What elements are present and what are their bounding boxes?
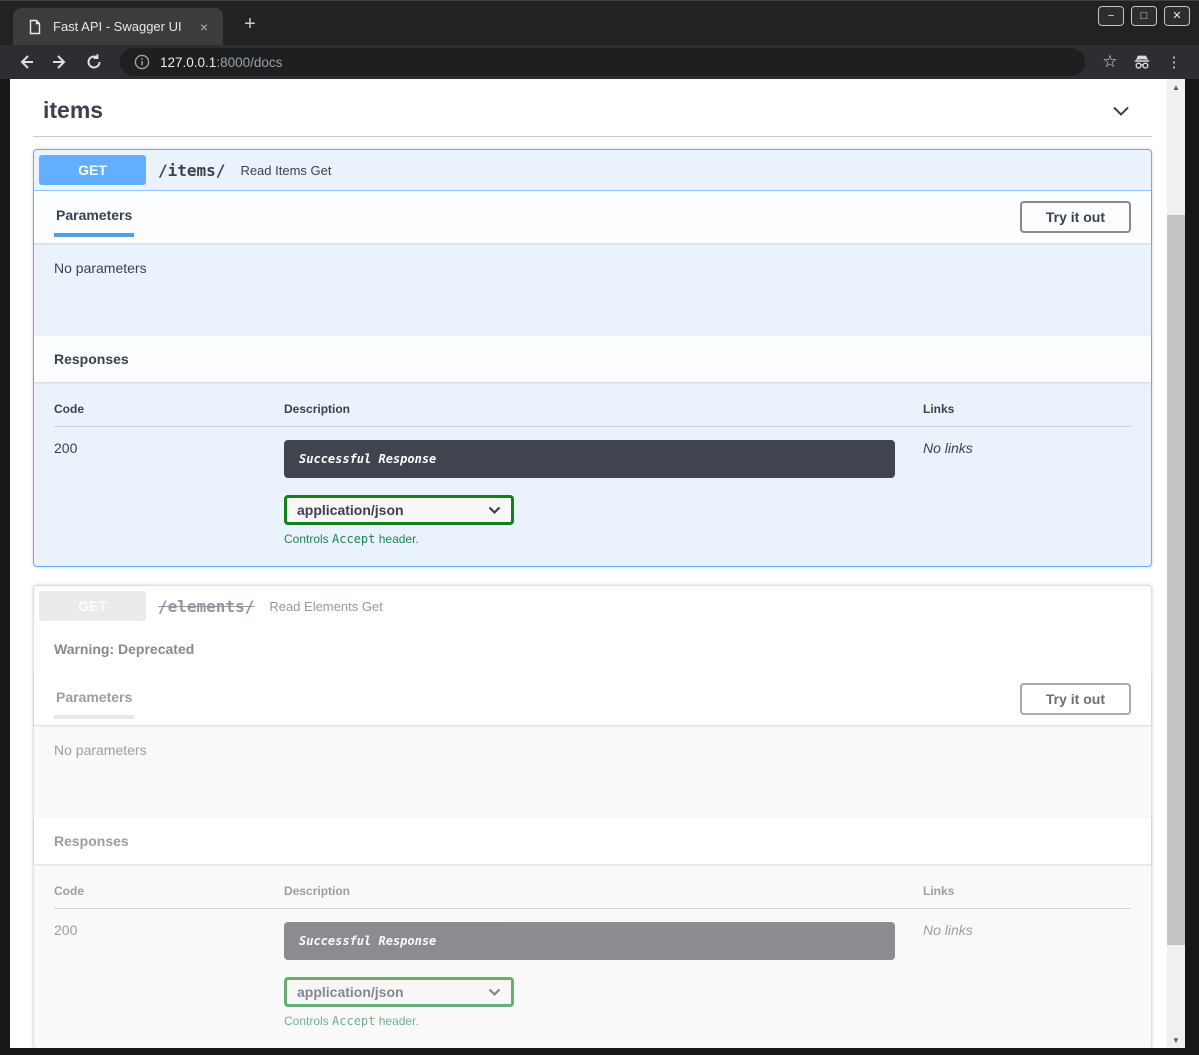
parameters-header: Parameters Try it out — [34, 673, 1151, 725]
col-links: Links — [923, 884, 1131, 898]
opblock-get-items: GET /items/ Read Items Get Parameters Tr… — [33, 149, 1152, 567]
tab-parameters[interactable]: Parameters — [54, 689, 134, 719]
opblock-get-elements-deprecated: GET /elements/ Read Elements Get Warning… — [33, 585, 1152, 1048]
url-bar[interactable]: 127.0.0.1:8000/docs — [120, 48, 1085, 76]
browser-menu-icon[interactable]: ⋮ — [1161, 49, 1187, 75]
window-bottom-edge — [0, 1048, 1199, 1055]
media-type-control: application/json Controls Accept header. — [284, 977, 895, 1028]
window-right-edge — [1185, 79, 1199, 1048]
response-description-bar: Successful Response — [284, 922, 895, 960]
url-path: :8000/docs — [216, 55, 282, 70]
col-links: Links — [923, 402, 1131, 416]
select-chevron-icon — [488, 988, 501, 997]
bookmark-star-icon[interactable]: ☆ — [1097, 49, 1123, 75]
parameters-body: No parameters — [34, 725, 1151, 818]
response-links: No links — [923, 440, 1131, 546]
media-type-value: application/json — [297, 984, 404, 1000]
response-description-text: Successful Response — [299, 452, 436, 466]
responses-table-head: Code Description Links — [54, 884, 1131, 909]
reload-button-icon[interactable] — [80, 48, 108, 76]
col-description: Description — [284, 402, 923, 416]
incognito-icon — [1129, 49, 1155, 75]
response-row-200: 200 Successful Response application/json — [54, 427, 1131, 546]
no-parameters-text: No parameters — [54, 260, 147, 276]
deprecation-warning-text: Warning: Deprecated — [54, 641, 194, 657]
responses-title: Responses — [54, 351, 129, 367]
tab-close-icon[interactable]: × — [195, 18, 213, 36]
response-description-bar: Successful Response — [284, 440, 895, 478]
operation-path: /elements/ — [158, 597, 254, 616]
window-controls: − □ ✕ — [1098, 6, 1190, 26]
opblock-summary[interactable]: GET /items/ Read Items Get — [34, 150, 1151, 191]
site-info-icon[interactable] — [134, 54, 150, 70]
scrollbar[interactable]: ▲ ▼ — [1167, 79, 1185, 1048]
accept-header-note: Controls Accept header. — [284, 532, 895, 546]
responses-table: Code Description Links 200 Successful Re… — [34, 382, 1151, 566]
operation-summary: Read Items Get — [240, 163, 331, 178]
operation-path: /items/ — [158, 161, 225, 180]
try-it-out-button[interactable]: Try it out — [1020, 683, 1131, 715]
responses-table: Code Description Links 200 Successful Re… — [34, 864, 1151, 1048]
media-type-control: application/json Controls Accept header. — [284, 495, 895, 546]
tab-title: Fast API - Swagger UI — [53, 19, 195, 34]
tab-parameters[interactable]: Parameters — [54, 207, 134, 237]
tag-title: items — [43, 97, 103, 124]
maximize-button[interactable]: □ — [1131, 6, 1157, 26]
scroll-down-icon[interactable]: ▼ — [1167, 1032, 1185, 1048]
forward-button-icon[interactable] — [46, 48, 74, 76]
responses-header: Responses — [34, 818, 1151, 864]
try-it-out-button[interactable]: Try it out — [1020, 201, 1131, 233]
browser-toolbar: 127.0.0.1:8000/docs ☆ ⋮ — [0, 45, 1199, 79]
col-code: Code — [54, 884, 284, 898]
responses-title: Responses — [54, 833, 129, 849]
method-badge: GET — [39, 155, 146, 185]
parameters-body: No parameters — [34, 243, 1151, 336]
browser-window: Fast API - Swagger UI × + − □ ✕ 127.0.0.… — [0, 0, 1199, 1055]
chevron-down-icon[interactable] — [1110, 100, 1132, 122]
response-description-cell: Successful Response application/json — [284, 440, 923, 546]
media-type-select[interactable]: application/json — [284, 495, 514, 525]
media-type-select[interactable]: application/json — [284, 977, 514, 1007]
parameters-header: Parameters Try it out — [34, 191, 1151, 243]
select-chevron-icon — [488, 506, 501, 515]
scroll-up-icon[interactable]: ▲ — [1167, 79, 1185, 95]
method-badge: GET — [39, 591, 146, 621]
tab-strip: Fast API - Swagger UI × + − □ ✕ — [0, 0, 1199, 45]
no-parameters-text: No parameters — [54, 742, 147, 758]
url-host: 127.0.0.1 — [160, 55, 216, 70]
page-favicon-icon — [27, 19, 43, 35]
window-content: items GET /items/ Read Items Get Paramet… — [0, 79, 1199, 1048]
operation-summary: Read Elements Get — [269, 599, 382, 614]
opblock-summary[interactable]: GET /elements/ Read Elements Get — [34, 586, 1151, 626]
responses-header: Responses — [34, 336, 1151, 382]
close-button[interactable]: ✕ — [1164, 6, 1190, 26]
scrollbar-thumb[interactable] — [1167, 215, 1185, 945]
minimize-button[interactable]: − — [1098, 6, 1124, 26]
response-row-200: 200 Successful Response application/json — [54, 909, 1131, 1028]
deprecation-warning-section: Warning: Deprecated — [34, 626, 1151, 673]
back-button-icon[interactable] — [12, 48, 40, 76]
response-code: 200 — [54, 922, 284, 1028]
accept-header-note: Controls Accept header. — [284, 1014, 895, 1028]
tag-section-header[interactable]: items — [33, 91, 1152, 137]
browser-tab[interactable]: Fast API - Swagger UI × — [13, 8, 223, 45]
swagger-page: items GET /items/ Read Items Get Paramet… — [10, 79, 1167, 1048]
responses-table-head: Code Description Links — [54, 402, 1131, 427]
col-code: Code — [54, 402, 284, 416]
new-tab-button[interactable]: + — [237, 11, 263, 37]
response-description-text: Successful Response — [299, 934, 436, 948]
response-description-cell: Successful Response application/json — [284, 922, 923, 1028]
response-code: 200 — [54, 440, 284, 546]
response-links: No links — [923, 922, 1131, 1028]
col-description: Description — [284, 884, 923, 898]
media-type-value: application/json — [297, 502, 404, 518]
window-left-edge — [0, 79, 10, 1048]
